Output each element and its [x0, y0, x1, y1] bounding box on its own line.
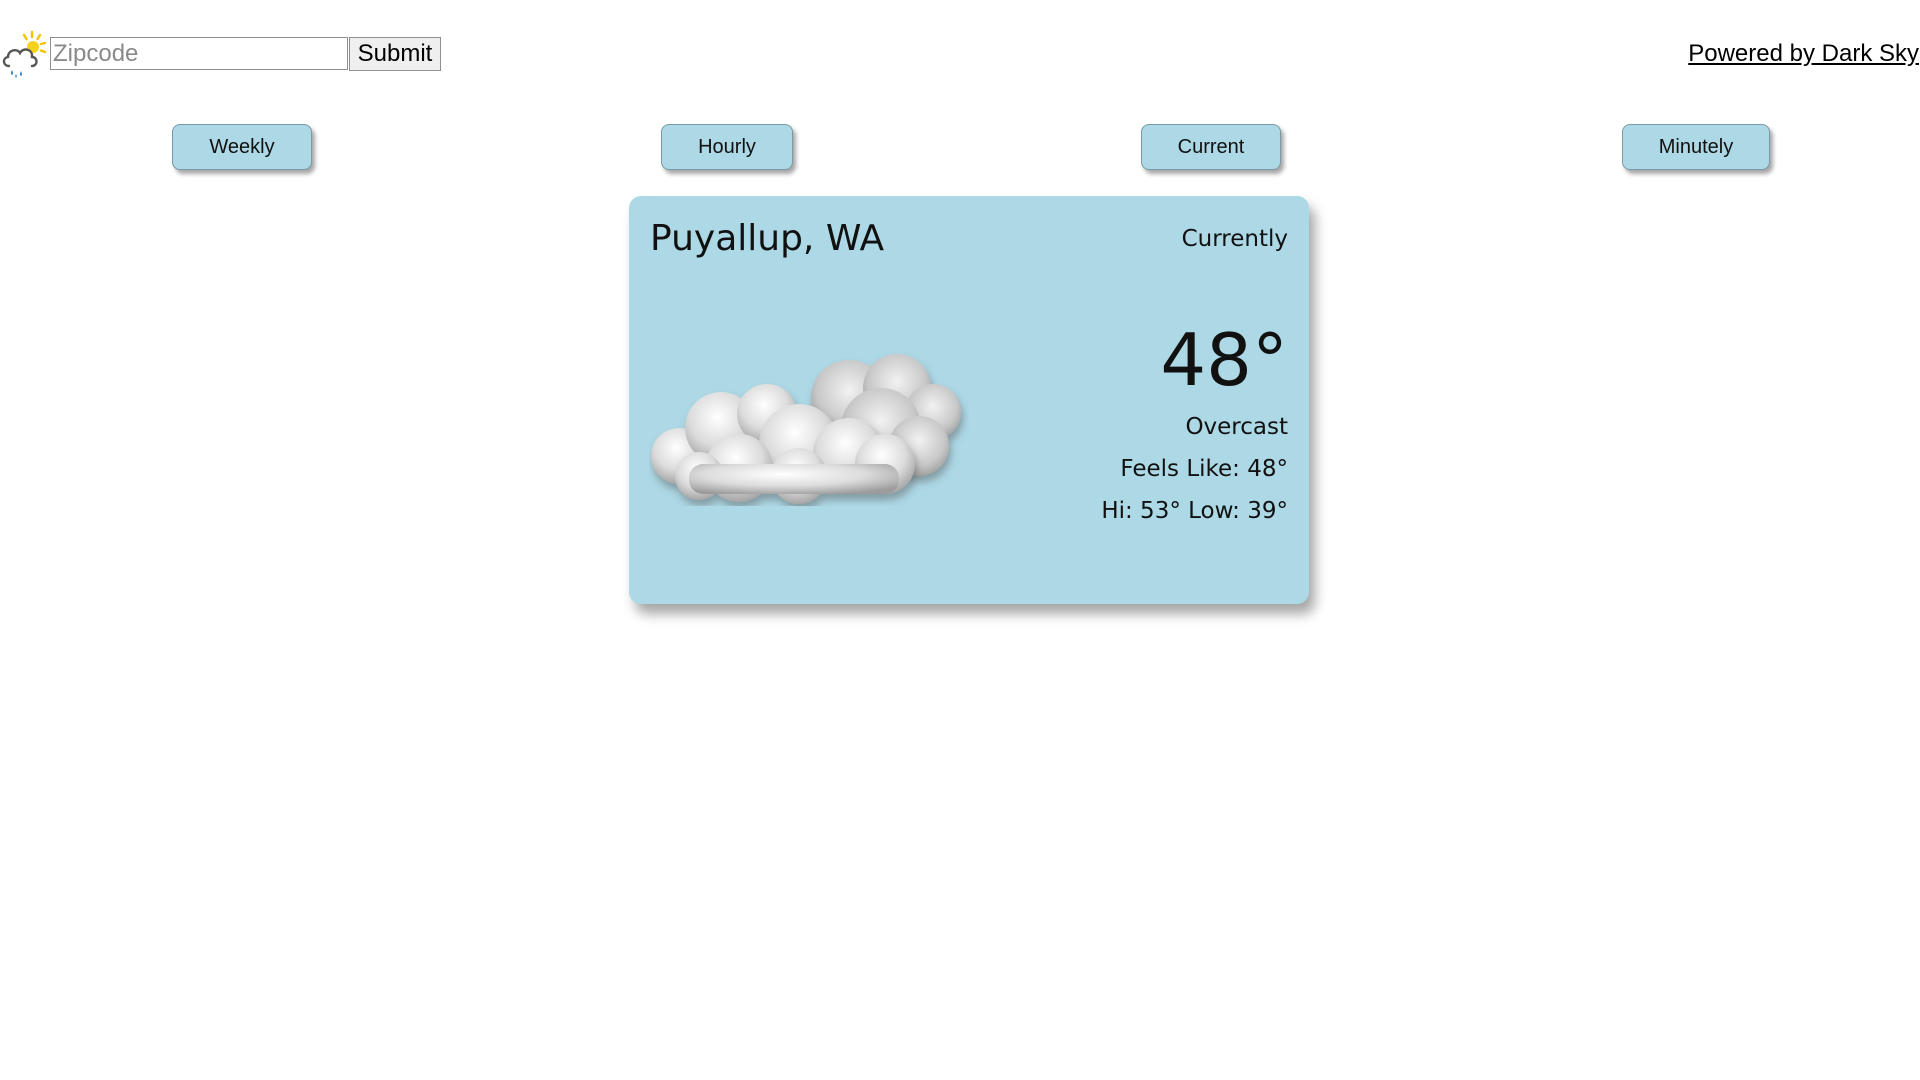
temperature-value: 48° — [1160, 318, 1288, 402]
weather-summary: Overcast — [1185, 414, 1288, 440]
weekly-button[interactable]: Weekly — [172, 124, 312, 170]
current-button[interactable]: Current — [1141, 124, 1281, 170]
submit-button[interactable]: Submit — [349, 37, 441, 71]
weather-logo-icon — [2, 30, 47, 78]
hourly-button[interactable]: Hourly — [661, 124, 793, 170]
minutely-button[interactable]: Minutely — [1622, 124, 1770, 170]
zipcode-input[interactable] — [50, 37, 348, 70]
cloud-icon — [651, 354, 961, 504]
hi-low-values: Hi: 53° Low: 39° — [1101, 498, 1288, 524]
feels-like-value: Feels Like: 48° — [1120, 456, 1288, 482]
period-label: Currently — [1181, 226, 1288, 252]
current-weather-card: Puyallup, WA Currently 48° Overcast Feel… — [629, 196, 1309, 604]
location-title: Puyallup, WA — [650, 218, 885, 259]
weather-app-page: Submit Powered by Dark Sky Weekly Hourly… — [0, 0, 1920, 1080]
powered-by-dark-sky-link[interactable]: Powered by Dark Sky — [1688, 40, 1919, 68]
